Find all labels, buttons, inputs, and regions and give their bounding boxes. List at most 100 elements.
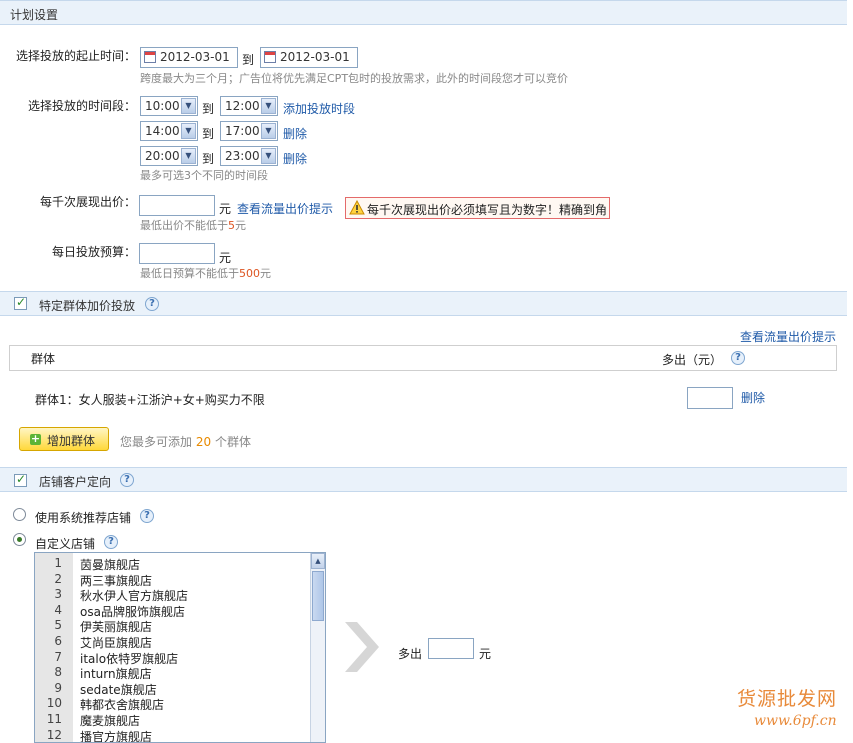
period-2-start-value: 14:00 xyxy=(145,124,180,138)
crowd-bid-title: 特定群体加价投放 xyxy=(39,299,136,313)
date-range-label: 选择投放的起止时间： xyxy=(15,49,136,63)
delete-period-2-link[interactable]: 删除 xyxy=(283,125,307,142)
list-item-name: italo依特罗旗舰店 xyxy=(80,651,179,666)
help-icon[interactable]: ? xyxy=(120,473,134,487)
shop-targeting-header: ✓ 店铺客户定向 ? xyxy=(0,467,847,492)
radio-system-shops[interactable] xyxy=(13,508,26,521)
cpm-min-hint-text: 最低出价不能低于 xyxy=(140,219,228,232)
radio-custom-shops[interactable] xyxy=(13,533,26,546)
col-extra: 多出（元） xyxy=(662,353,723,367)
list-item-number: 3 xyxy=(54,587,62,602)
period-1-end-select[interactable]: 12:00 ▼ xyxy=(220,96,278,116)
delete-period-3-link[interactable]: 删除 xyxy=(283,150,307,167)
date-range-hint: 跨度最大为三个月；广告位将优先满足CPT包时的投放需求，此外的时间段您才可以竞价 xyxy=(140,72,569,85)
help-icon[interactable]: ? xyxy=(731,351,745,365)
list-item-name: inturn旗舰店 xyxy=(80,667,152,682)
list-item[interactable]: 4 osa品牌服饰旗舰店 xyxy=(35,603,311,619)
period-2-start-select[interactable]: 14:00 ▼ xyxy=(140,121,198,141)
list-item[interactable]: 12 播官方旗舰店 xyxy=(35,727,311,742)
help-icon[interactable]: ? xyxy=(145,297,159,311)
list-item[interactable]: 6 艾尚臣旗舰店 xyxy=(35,634,311,650)
help-icon[interactable]: ? xyxy=(140,509,154,523)
list-item-name: 韩都衣舍旗舰店 xyxy=(80,698,165,713)
list-item-number: 7 xyxy=(54,649,62,664)
crowd-row-extra-input[interactable] xyxy=(687,387,733,409)
chevron-down-icon[interactable]: ▼ xyxy=(261,98,276,114)
end-date-value: 2012-03-01 xyxy=(280,50,350,64)
budget-min-value: 500 xyxy=(239,267,260,280)
warning-icon xyxy=(349,200,365,215)
chevron-down-icon[interactable]: ▼ xyxy=(261,148,276,164)
daily-budget-label: 每日投放预算： xyxy=(51,245,136,259)
shop-targeting-checkbox[interactable]: ✓ xyxy=(14,472,27,487)
period-3-start-value: 20:00 xyxy=(145,149,180,163)
cpm-error-message: 每千次展现出价必须填写且为数字！精确到角 xyxy=(345,197,610,219)
add-crowd-button[interactable]: + 增加群体 xyxy=(19,427,109,451)
list-scrollbar[interactable]: ▲ xyxy=(310,553,325,742)
budget-unit: 元 xyxy=(219,251,232,265)
cpm-bid-input[interactable] xyxy=(139,195,215,216)
list-item-name: 魔麦旗舰店 xyxy=(80,714,141,728)
chevron-down-icon[interactable]: ▼ xyxy=(181,123,196,139)
list-item-number: 12 xyxy=(46,727,62,742)
crowd-traffic-tips-link[interactable]: 查看流量出价提示 xyxy=(740,328,836,345)
period-3-end-select[interactable]: 23:00 ▼ xyxy=(220,146,278,166)
table-row: 群体1：女人服装+江浙沪+女+购买力不限 删除 xyxy=(0,384,847,412)
period-2-to: 到 xyxy=(202,127,215,141)
list-item[interactable]: 5 伊芙丽旗舰店 xyxy=(35,618,311,634)
period-1-end-value: 12:00 xyxy=(225,99,260,113)
list-item[interactable]: 3 秋水伊人官方旗舰店 xyxy=(35,587,311,603)
crowd-row-name: 群体1：女人服装+江浙沪+女+购买力不限 xyxy=(35,393,265,407)
list-item-name: 两三事旗舰店 xyxy=(80,573,153,588)
list-item[interactable]: 9 sedate旗舰店 xyxy=(35,681,311,697)
checkmark-icon: ✓ xyxy=(16,295,27,309)
custom-shops-label: 自定义店铺 xyxy=(35,537,96,551)
cpm-bid-label: 每千次展现出价： xyxy=(39,195,136,209)
crowd-row-delete-link[interactable]: 删除 xyxy=(741,389,765,406)
list-item[interactable]: 2 两三事旗舰店 xyxy=(35,572,311,588)
scroll-up-icon[interactable]: ▲ xyxy=(311,553,325,569)
list-item-name: 伊芙丽旗舰店 xyxy=(80,620,153,635)
start-date-input[interactable]: 2012-03-01 xyxy=(140,47,238,68)
list-item[interactable]: 11 魔麦旗舰店 xyxy=(35,712,311,728)
list-item-number: 6 xyxy=(54,634,62,648)
list-item[interactable]: 10 韩都衣舍旗舰店 xyxy=(35,696,311,712)
daily-budget-input[interactable] xyxy=(139,243,215,264)
period-1-to: 到 xyxy=(202,102,215,116)
crowd-bid-checkbox[interactable]: ✓ xyxy=(14,295,27,310)
list-item[interactable]: 8 inturn旗舰店 xyxy=(35,665,311,681)
help-icon[interactable]: ? xyxy=(104,535,118,549)
list-item-name: 秋水伊人官方旗舰店 xyxy=(80,589,189,604)
custom-shop-list[interactable]: 1 茵曼旗舰店 2 两三事旗舰店 3 秋水伊人官方旗舰店 4 osa品牌服饰旗舰店 5 伊芙丽旗舰… xyxy=(34,552,326,743)
shop-extra-input[interactable] xyxy=(428,638,474,659)
cpm-unit: 元 xyxy=(219,202,232,216)
shop-extra-label: 多出 xyxy=(398,647,423,661)
period-2-end-value: 17:00 xyxy=(225,124,260,138)
plan-settings-header: 计划设置 xyxy=(0,0,847,25)
chevron-right-icon xyxy=(345,622,379,672)
chevron-down-icon[interactable]: ▼ xyxy=(261,123,276,139)
period-3-start-select[interactable]: 20:00 ▼ xyxy=(140,146,198,166)
chevron-down-icon[interactable]: ▼ xyxy=(181,98,196,114)
checkmark-icon: ✓ xyxy=(16,472,27,486)
traffic-bid-tips-link[interactable]: 查看流量出价提示 xyxy=(237,200,333,217)
cpm-error-text: 每千次展现出价必须填写且为数字！精确到角 xyxy=(367,203,608,217)
period-2-end-select[interactable]: 17:00 ▼ xyxy=(220,121,278,141)
list-item[interactable]: 1 茵曼旗舰店 xyxy=(35,556,311,572)
list-item[interactable]: 7 italo依特罗旗舰店 xyxy=(35,650,311,666)
chevron-down-icon[interactable]: ▼ xyxy=(181,148,196,164)
scroll-thumb[interactable] xyxy=(312,571,324,621)
date-to-label: 到 xyxy=(242,53,255,67)
period-1-start-select[interactable]: 10:00 ▼ xyxy=(140,96,198,116)
budget-min-unit: 元 xyxy=(260,267,271,280)
end-date-input[interactable]: 2012-03-01 xyxy=(260,47,358,68)
calendar-icon[interactable] xyxy=(144,51,156,63)
list-item-name: 艾尚臣旗舰店 xyxy=(80,636,153,650)
plus-icon: + xyxy=(30,432,41,445)
time-period-hint: 最多可选3个不同的时间段 xyxy=(140,169,268,182)
add-crowd-max: 20 xyxy=(195,435,212,449)
calendar-icon[interactable] xyxy=(264,51,276,63)
add-period-link[interactable]: 添加投放时段 xyxy=(283,100,355,117)
watermark-title: 货源批发网 xyxy=(737,688,838,710)
time-period-label: 选择投放的时间段： xyxy=(27,99,136,113)
